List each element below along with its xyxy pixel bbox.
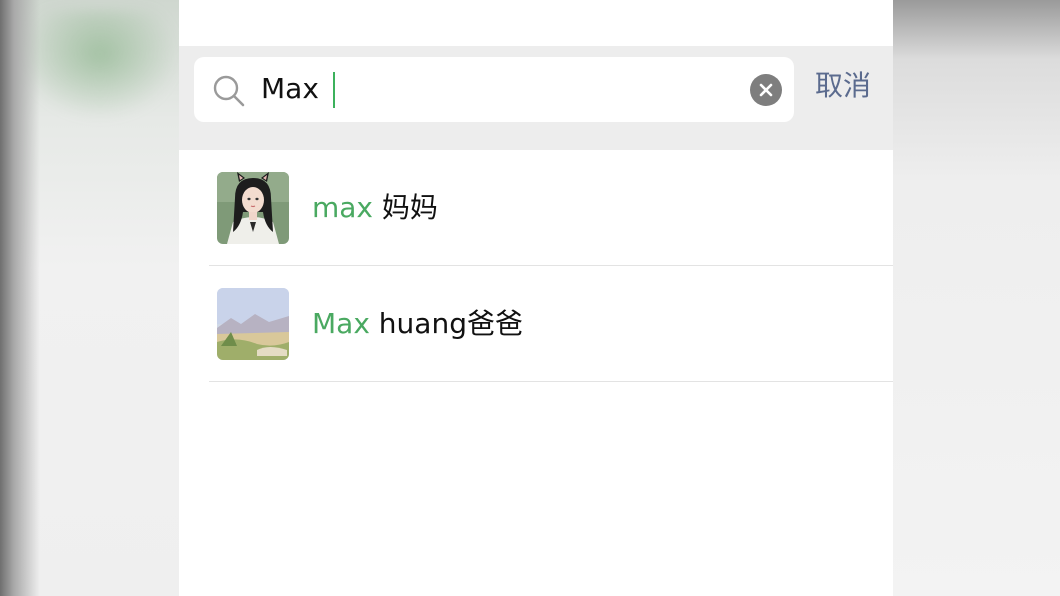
backdrop-right xyxy=(892,0,1060,596)
text-caret xyxy=(333,72,335,108)
top-bar xyxy=(179,0,893,46)
clear-button[interactable] xyxy=(750,74,782,106)
avatar xyxy=(217,172,289,244)
search-box[interactable] xyxy=(194,57,794,122)
cancel-button[interactable]: 取消 xyxy=(815,66,871,106)
backdrop-left-shade xyxy=(0,0,40,596)
list-item[interactable]: Max huang爸爸 xyxy=(179,266,893,382)
search-results: max 妈妈 Max huang爸爸 xyxy=(179,150,893,382)
clear-icon xyxy=(759,83,773,97)
divider xyxy=(209,381,893,382)
name-rest: 妈妈 xyxy=(373,191,438,224)
backdrop-blur-blob xyxy=(20,10,180,120)
search-bar: 取消 xyxy=(179,46,893,150)
avatar-landscape-painting-image xyxy=(217,288,289,360)
match-highlight: Max xyxy=(312,307,370,340)
contact-name: max 妈妈 xyxy=(312,186,438,230)
list-item[interactable]: max 妈妈 xyxy=(179,150,893,266)
avatar-girl-cat-ears-image xyxy=(217,172,289,244)
avatar xyxy=(217,288,289,360)
phone-screen: 取消 xyxy=(179,0,893,596)
name-rest: huang爸爸 xyxy=(369,307,523,340)
match-highlight: max xyxy=(312,191,374,224)
contact-name: Max huang爸爸 xyxy=(312,302,523,346)
search-icon xyxy=(213,75,245,107)
